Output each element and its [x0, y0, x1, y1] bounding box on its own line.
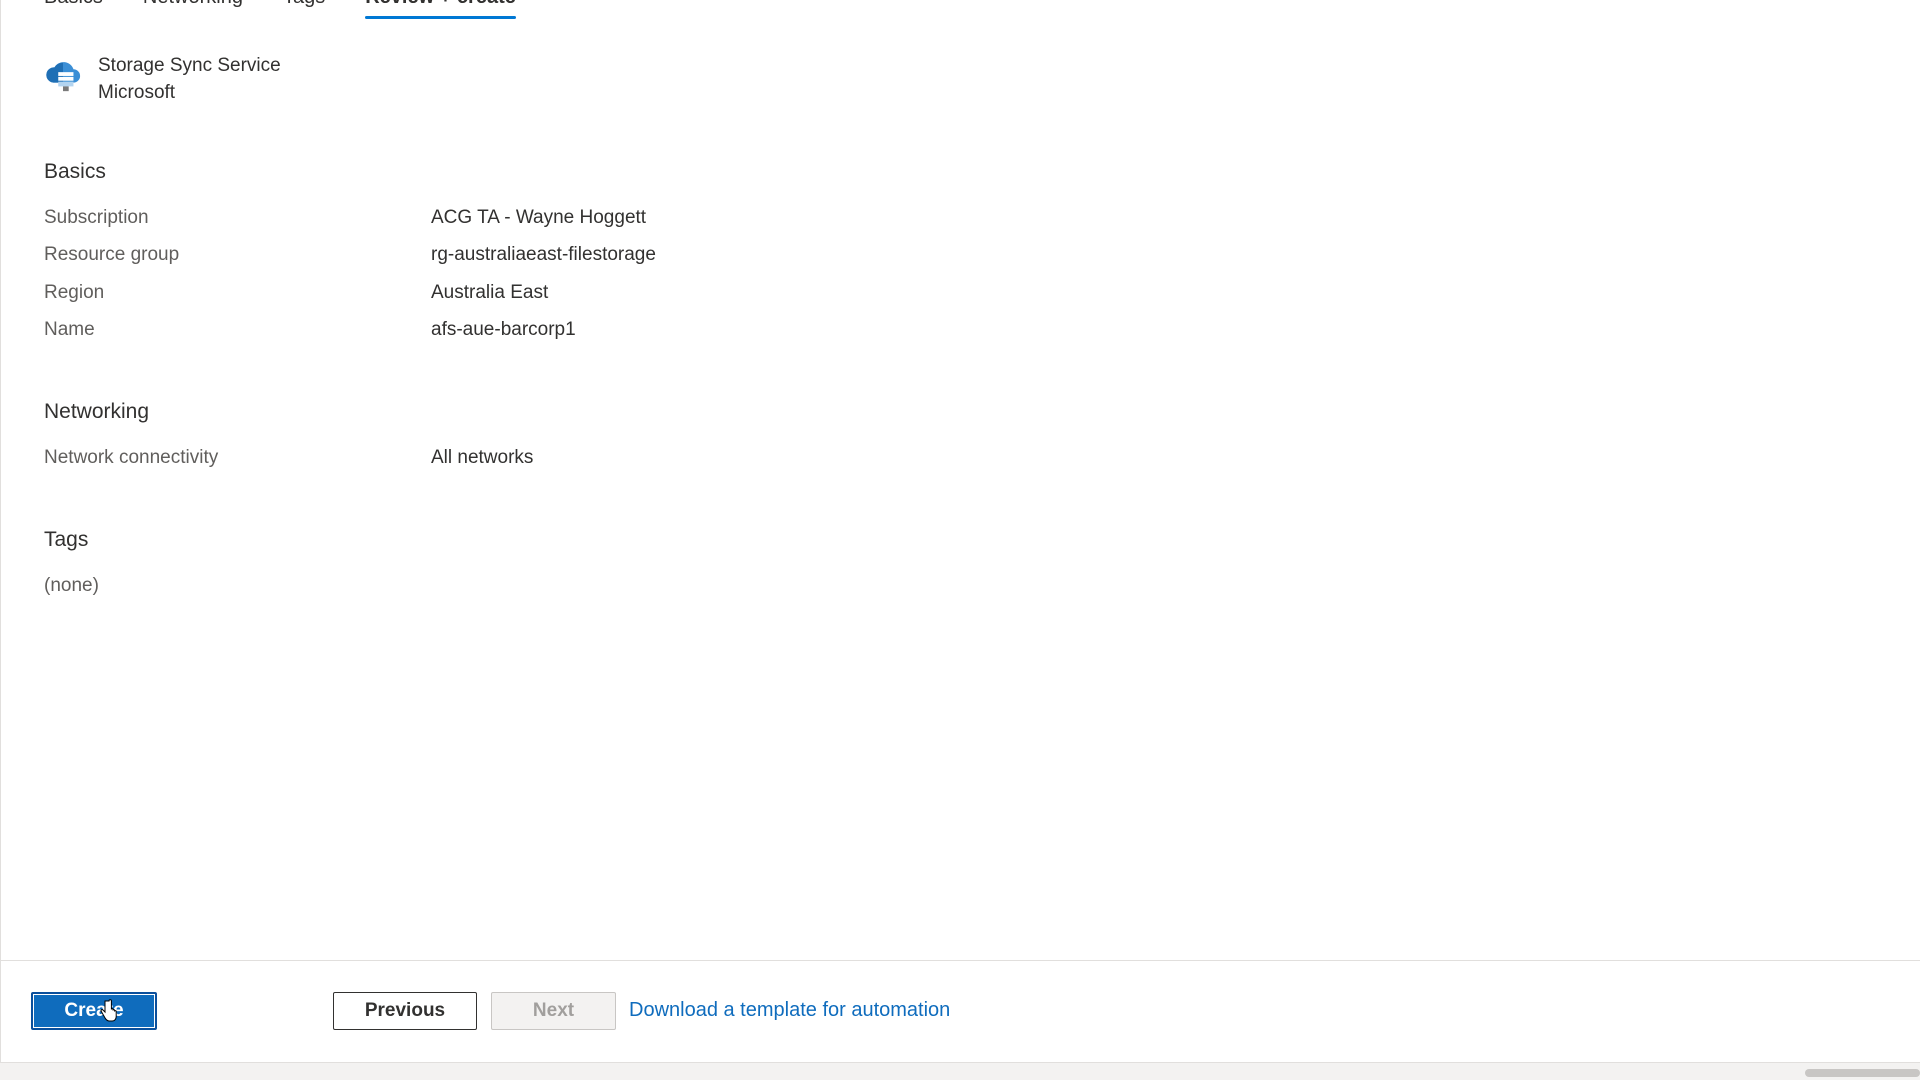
summary-row-network-connectivity: Network connectivity All networks: [44, 447, 944, 477]
review-create-page: Basics Networking Tags Review + create S…: [0, 0, 1920, 1080]
resource-header: Storage Sync Service Microsoft: [44, 52, 281, 106]
storage-sync-icon: [46, 62, 81, 92]
horizontal-scrollbar-thumb[interactable]: [1805, 1069, 1920, 1077]
footer-divider: [0, 960, 1920, 961]
summary-row-name: Name afs-aue-barcorp1: [44, 319, 944, 349]
resource-info: Storage Sync Service Microsoft: [98, 52, 281, 106]
summary-row-resource-group: Resource group rg-australiaeast-filestor…: [44, 244, 944, 274]
resource-name: Storage Sync Service: [98, 55, 281, 76]
next-button: Next: [491, 992, 616, 1030]
row-label: Name: [44, 319, 95, 340]
section-title-basics: Basics: [44, 160, 106, 183]
summary-row-region: Region Australia East: [44, 282, 944, 312]
row-value: All networks: [431, 447, 534, 468]
create-button[interactable]: Create: [31, 992, 157, 1030]
summary-row-tags: (none): [44, 575, 944, 605]
wizard-tabs: Basics Networking Tags Review + create: [44, 0, 516, 24]
row-value: Australia East: [431, 282, 549, 303]
left-border: [0, 0, 1, 1080]
section-title-tags: Tags: [44, 528, 89, 551]
horizontal-scrollbar[interactable]: [0, 1062, 1920, 1080]
previous-button[interactable]: Previous: [333, 992, 477, 1030]
row-label: Resource group: [44, 244, 180, 265]
section-title-networking: Networking: [44, 400, 150, 423]
row-value: afs-aue-barcorp1: [431, 319, 576, 340]
download-template-link[interactable]: Download a template for automation: [629, 999, 950, 1022]
hand-cursor-icon: [100, 999, 117, 1022]
row-label: Network connectivity: [44, 447, 219, 468]
tab-review-create[interactable]: Review + create: [365, 0, 516, 19]
row-label: Subscription: [44, 207, 149, 228]
tab-tags[interactable]: Tags: [283, 0, 325, 19]
resource-publisher: Microsoft: [98, 82, 176, 103]
tags-empty-text: (none): [44, 575, 99, 596]
row-label: Region: [44, 282, 105, 303]
row-value: rg-australiaeast-filestorage: [431, 244, 656, 265]
tab-basics[interactable]: Basics: [44, 0, 103, 19]
row-value: ACG TA - Wayne Hoggett: [431, 207, 647, 228]
tab-networking[interactable]: Networking: [143, 0, 243, 19]
summary-row-subscription: Subscription ACG TA - Wayne Hoggett: [44, 207, 944, 237]
